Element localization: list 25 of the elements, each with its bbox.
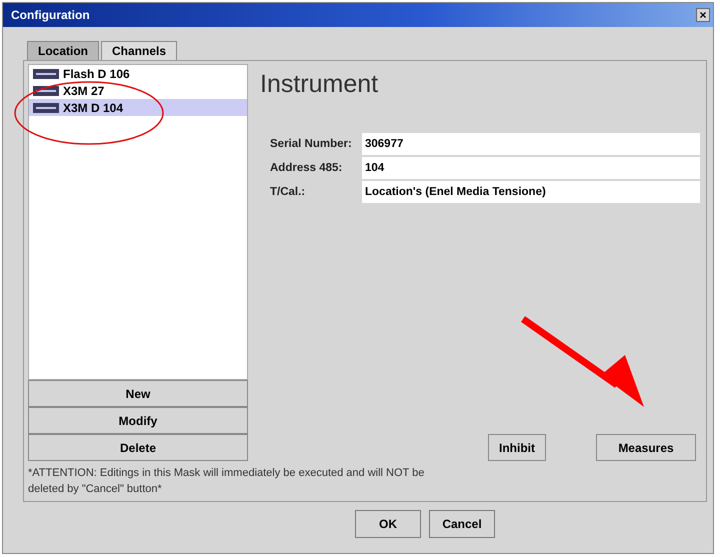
attention-note: *ATTENTION: Editings in this Mask will immediately be executed and will NOT be deleted by "Cancel" button* (28, 466, 426, 497)
list-action-button[interactable]: New (28, 380, 248, 407)
tab[interactable]: Location (27, 41, 99, 60)
dialog-button[interactable]: Cancel (429, 510, 495, 538)
close-button[interactable]: × (696, 8, 710, 22)
field-label: T/Cal.: (270, 186, 306, 198)
device-icon (33, 102, 59, 112)
field-value[interactable]: 104 (362, 157, 700, 179)
device-icon (33, 68, 59, 78)
dialog-button[interactable]: OK (355, 510, 421, 538)
action-button[interactable]: Measures (596, 434, 696, 461)
field-value[interactable]: 306977 (362, 133, 700, 155)
list-item[interactable]: X3M D 104 (29, 99, 247, 116)
section-heading: Instrument (260, 70, 380, 99)
field-label: Serial Number: (270, 138, 353, 150)
item-label: Flash D 106 (63, 66, 130, 80)
window-title: Configuration (11, 8, 90, 22)
field-value[interactable]: Location's (Enel Media Tensione) (362, 181, 700, 203)
item-label: X3M D 104 (63, 100, 124, 114)
list-action-button[interactable]: Delete (28, 434, 248, 461)
action-button[interactable]: Inhibit (488, 434, 546, 461)
item-label: X3M 27 (63, 84, 104, 98)
field-label: Address 485: (270, 162, 344, 174)
tab[interactable]: Channels (101, 41, 178, 60)
list-action-button[interactable]: Modify (28, 407, 248, 434)
